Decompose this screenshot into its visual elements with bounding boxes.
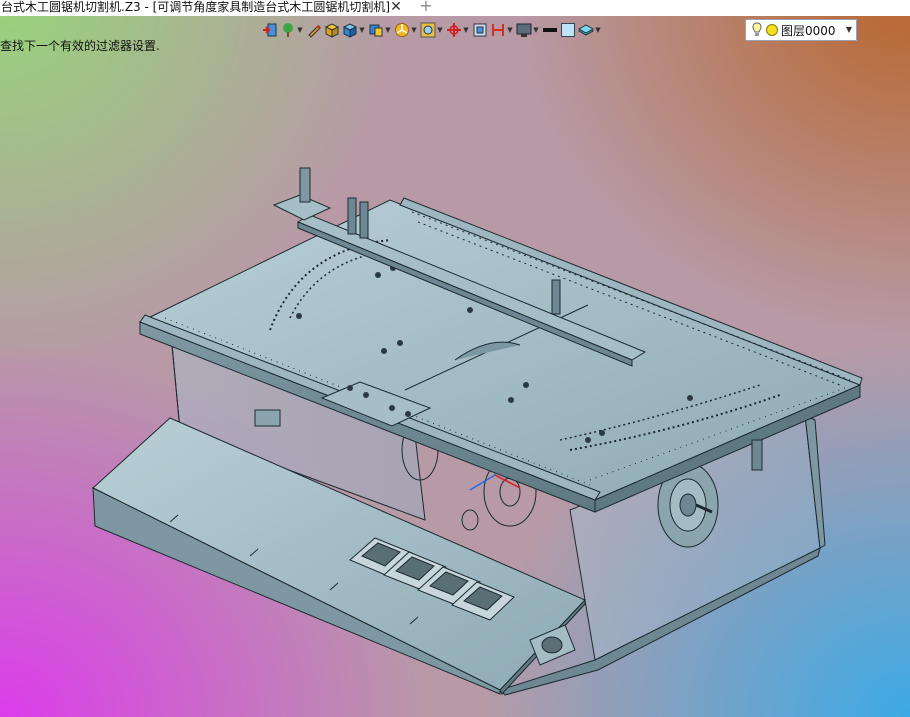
fit-button[interactable] [472,19,488,41]
chevron-down-icon[interactable]: ▼ [410,22,418,38]
pencil-icon [308,25,321,38]
filter-status-message: 查找下一个有效的过滤器设置. [0,39,160,53]
zoom-icon [420,22,436,38]
cube-icon [342,23,358,38]
add-tab-icon[interactable]: + [418,0,434,14]
render-icon [395,23,409,37]
view-toolbar: ▼ ▼ ▼ ▼ ▼ ▼ ▼ ▼ ▼ [262,18,604,42]
zoom-button[interactable]: ▼ [420,19,444,41]
layer-style-button[interactable]: ▼ [578,19,602,41]
section-button[interactable]: ▼ [490,19,514,41]
chevron-down-icon[interactable]: ▼ [846,20,852,40]
tree-icon [283,23,293,37]
axis-icon [447,23,461,37]
chevron-down-icon[interactable]: ▼ [296,22,304,38]
import-button[interactable] [262,19,278,41]
layer-selector[interactable]: 图层0000 ▼ [745,19,857,41]
document-tab-bar: 台式木工圆锯机切割机.Z3 - [可调节角度家具制造台式木工圆锯机切割机] ✕ … [0,0,910,16]
layer-style-icon [578,24,594,36]
table-saw-model[interactable] [0,0,910,717]
cube-button[interactable]: ▼ [342,19,366,41]
render-button[interactable]: ▼ [394,19,418,41]
line-color-icon [543,28,557,32]
box-icon [324,23,340,38]
display-button[interactable]: ▼ [516,19,540,41]
fit-icon [473,23,487,37]
chevron-down-icon[interactable]: ▼ [506,22,514,38]
section-icon [492,24,504,36]
close-tab-icon[interactable]: ✕ [388,0,404,15]
chevron-down-icon[interactable]: ▼ [358,22,366,38]
chevron-down-icon[interactable]: ▼ [436,22,444,38]
import-icon [263,23,277,37]
yellow-dot-icon[interactable] [765,23,779,37]
3d-viewport[interactable]: 台式木工圆锯机切割机.Z3 - [可调节角度家具制造台式木工圆锯机切割机] ✕ … [0,0,910,717]
chevron-down-icon[interactable]: ▼ [594,22,602,38]
view-cube-icon [369,24,383,37]
display-icon [516,23,532,37]
axis-button[interactable]: ▼ [446,19,470,41]
line-color-button[interactable] [542,19,558,41]
lightbulb-icon[interactable] [750,22,764,38]
chevron-down-icon[interactable]: ▼ [532,22,540,38]
fill-color-button[interactable] [560,19,576,41]
document-tab-title[interactable]: 台式木工圆锯机切割机.Z3 - [可调节角度家具制造台式木工圆锯机切割机] [1,0,390,16]
box-button[interactable] [324,19,340,41]
view-cube-button[interactable]: ▼ [368,19,392,41]
tree-button[interactable]: ▼ [280,19,304,41]
chevron-down-icon[interactable]: ▼ [462,22,470,38]
layer-name: 图层0000 [781,23,836,38]
fill-color-icon [561,23,575,37]
chevron-down-icon[interactable]: ▼ [384,22,392,38]
pencil-button[interactable] [306,19,322,41]
